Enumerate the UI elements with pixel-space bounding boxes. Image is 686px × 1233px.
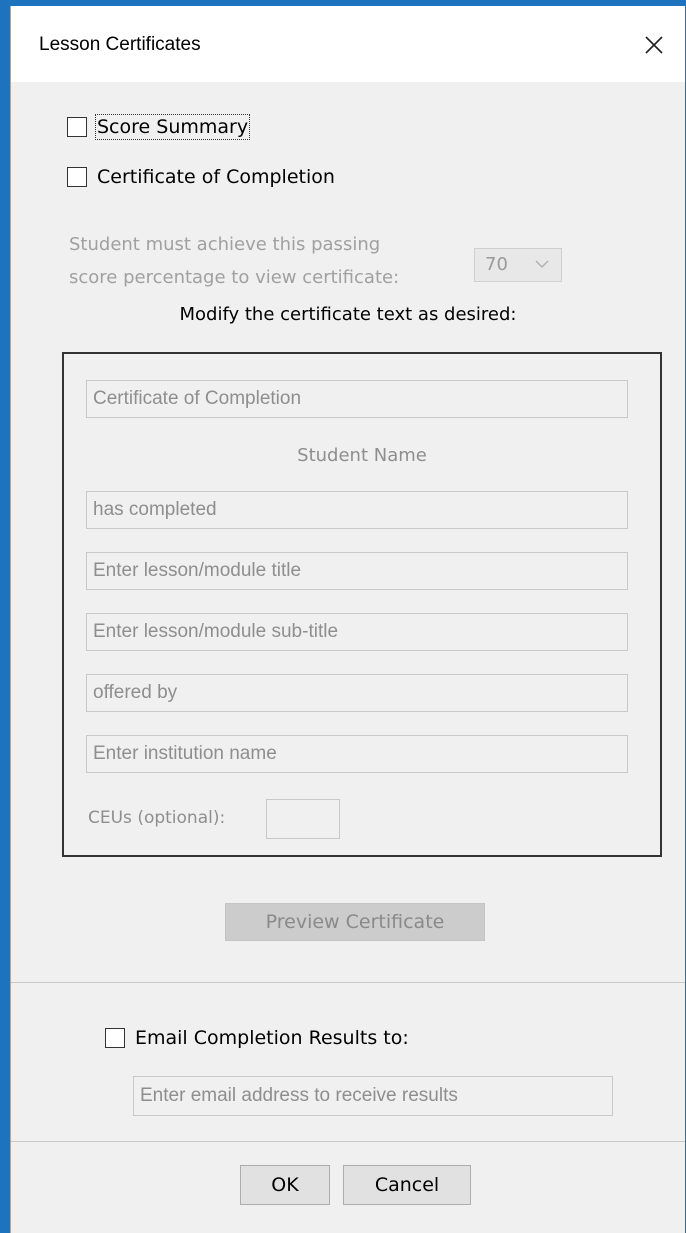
offered-by-field[interactable]	[86, 674, 628, 712]
passing-score-text: Student must achieve this passing score …	[69, 228, 399, 294]
certificate-checkbox[interactable]	[67, 167, 87, 187]
certificate-title-field[interactable]	[86, 380, 628, 418]
cancel-button[interactable]: Cancel	[343, 1165, 471, 1205]
close-icon	[645, 36, 663, 54]
dialog-title: Lesson Certificates	[39, 34, 201, 55]
preview-certificate-button[interactable]: Preview Certificate	[225, 903, 485, 941]
passing-score-value: 70	[485, 254, 508, 275]
lesson-certificates-dialog: Lesson Certificates Score Summary Certif…	[10, 6, 685, 1233]
passing-score-select[interactable]: 70	[474, 248, 562, 282]
institution-name-field[interactable]	[86, 735, 628, 773]
passing-score-line-2: score percentage to view certificate:	[69, 267, 400, 288]
lesson-subtitle-field[interactable]	[86, 613, 628, 651]
certificate-text-panel: Student Name CEUs (optional):	[62, 352, 662, 857]
score-summary-checkbox[interactable]	[67, 117, 87, 137]
ceus-label: CEUs (optional):	[88, 808, 226, 828]
certificate-heading: Modify the certificate text as desired:	[179, 304, 517, 325]
email-results-checkbox[interactable]	[105, 1028, 125, 1048]
score-summary-label[interactable]: Score Summary	[94, 114, 251, 140]
certificate-option[interactable]: Certificate of Completion	[67, 166, 335, 188]
has-completed-field[interactable]	[86, 491, 628, 529]
title-bar: Lesson Certificates	[11, 6, 685, 82]
passing-score-line-1: Student must achieve this passing	[69, 234, 381, 255]
lesson-title-field[interactable]	[86, 552, 628, 590]
chevron-down-icon	[535, 260, 549, 268]
ceus-field[interactable]	[266, 799, 340, 839]
student-name-label: Student Name	[297, 445, 427, 466]
email-results-option[interactable]: Email Completion Results to:	[105, 1027, 409, 1049]
certificate-label[interactable]: Certificate of Completion	[97, 166, 335, 188]
ok-button[interactable]: OK	[240, 1165, 330, 1205]
footer-divider	[11, 1141, 685, 1142]
email-results-label[interactable]: Email Completion Results to:	[135, 1027, 409, 1049]
score-summary-option[interactable]: Score Summary	[67, 114, 251, 140]
email-address-field[interactable]	[133, 1076, 613, 1116]
close-button[interactable]	[637, 28, 671, 62]
section-divider	[11, 982, 685, 983]
